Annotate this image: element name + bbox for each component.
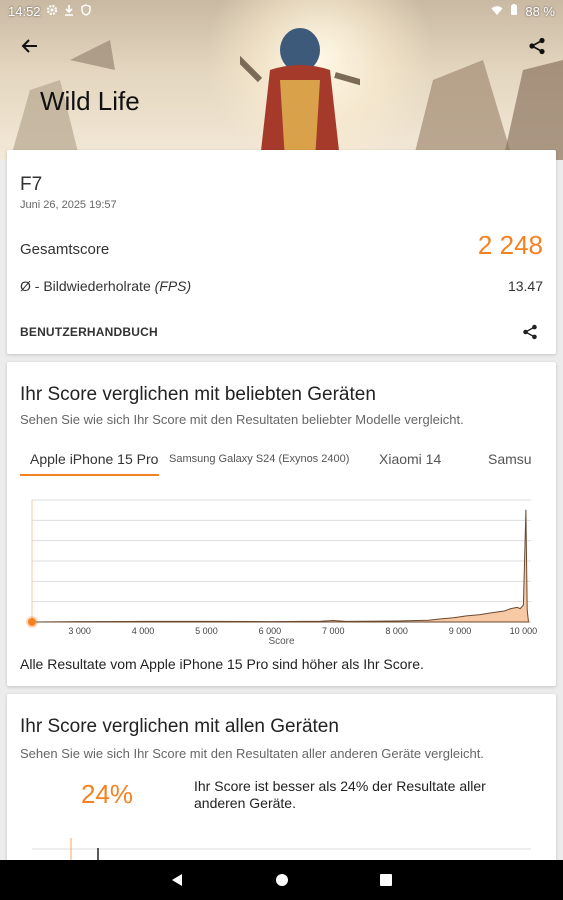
score-label: Gesamtscore: [20, 241, 110, 258]
fps-label-unit: (FPS): [154, 278, 192, 294]
popular-title: Ihr Score verglichen mit beliebten Gerät…: [20, 384, 376, 405]
all-subtitle: Sehen Sie wie sich Ihr Score mit den Res…: [20, 746, 484, 761]
percentile-description: Ihr Score ist besser als 24% der Resulta…: [194, 778, 486, 811]
triangle-back-icon: [172, 874, 182, 886]
chart-x-label: Score: [268, 636, 295, 646]
percentile-value: 24%: [81, 779, 134, 809]
chart-series-area: [35, 509, 530, 623]
your-score-marker: [28, 618, 36, 626]
score-value: 2 248: [477, 230, 543, 260]
page-title: Wild Life: [40, 86, 140, 116]
manual-link[interactable]: BENUTZERHANDBUCH: [20, 325, 158, 339]
system-nav-bar: [0, 860, 563, 900]
square-recents-icon: [380, 874, 392, 886]
status-time: 14:52: [8, 3, 41, 19]
chart-x-tick-label: 7 000: [322, 626, 345, 636]
score-row: Gesamtscore 2 248: [20, 230, 543, 261]
share-icon: [523, 324, 537, 340]
tab-xiaomi-14[interactable]: Xiaomi 14: [369, 448, 478, 476]
shield-icon: [80, 3, 92, 19]
all-compare-card: Ihr Score verglichen mit allen Geräten S…: [7, 694, 556, 874]
chart-x-tick-label: 10 000: [510, 626, 538, 636]
battery-level: 88 %: [525, 3, 555, 19]
chart-x-tick-label: 6 000: [259, 626, 282, 636]
battery-icon: [508, 3, 520, 19]
popular-footer: Alle Resultate vom Apple iPhone 15 Pro s…: [20, 656, 424, 672]
settings-icon: [46, 4, 58, 19]
hero-banner: Wild Life: [0, 0, 563, 160]
tab-samsung-galaxy-s24[interactable]: Samsung Galaxy S24 (Exynos 2400): [159, 448, 369, 476]
status-bar: 14:52 88 %: [0, 0, 563, 22]
share-icon: [529, 37, 545, 55]
back-button[interactable]: [14, 30, 46, 62]
wifi-icon: [491, 4, 503, 19]
manual-share-button[interactable]: [514, 316, 546, 348]
popular-compare-card: Ihr Score verglichen mit beliebten Gerät…: [7, 362, 556, 686]
nav-home-button[interactable]: [270, 868, 294, 892]
score-distribution-chart: 3 000 4 000 5 000 6 000 7 000 8 000 9 000 10 00…: [26, 499, 538, 646]
device-tabs: Apple iPhone 15 Pro Samsung Galaxy S24 (…: [20, 448, 556, 476]
popular-subtitle: Sehen Sie wie sich Ihr Score mit den Res…: [20, 412, 464, 427]
hero-illustration: [240, 28, 360, 160]
result-date: Juni 26, 2025 19:57: [20, 199, 117, 211]
fps-value: 13.47: [507, 278, 543, 294]
download-icon: [63, 4, 75, 19]
chart-x-tick-label: 8 000: [385, 626, 408, 636]
nav-back-button[interactable]: [165, 868, 189, 892]
fps-row: Ø - Bildwiederholrate (FPS) 13.47: [20, 278, 543, 294]
chart-x-tick-label: 5 000: [195, 626, 218, 636]
arrow-left-icon: [21, 39, 37, 53]
chart-x-tick-label: 4 000: [132, 626, 155, 636]
tab-apple-iphone-15-pro[interactable]: Apple iPhone 15 Pro: [20, 448, 159, 476]
circle-home-icon: [276, 874, 288, 886]
chart-x-tick-label: 9 000: [449, 626, 472, 636]
fps-label-text: Ø - Bildwiederholrate: [20, 278, 155, 294]
tab-samsung[interactable]: Samsu: [478, 448, 542, 476]
all-title: Ihr Score verglichen mit allen Geräten: [20, 716, 339, 737]
result-card: F7 Juni 26, 2025 19:57 Gesamtscore 2 248…: [7, 150, 556, 354]
nav-recents-button[interactable]: [374, 868, 398, 892]
fps-label: Ø - Bildwiederholrate (FPS): [20, 278, 191, 294]
share-button[interactable]: [521, 30, 553, 62]
device-name: F7: [20, 174, 43, 195]
chart-x-tick-label: 3 000: [68, 626, 91, 636]
